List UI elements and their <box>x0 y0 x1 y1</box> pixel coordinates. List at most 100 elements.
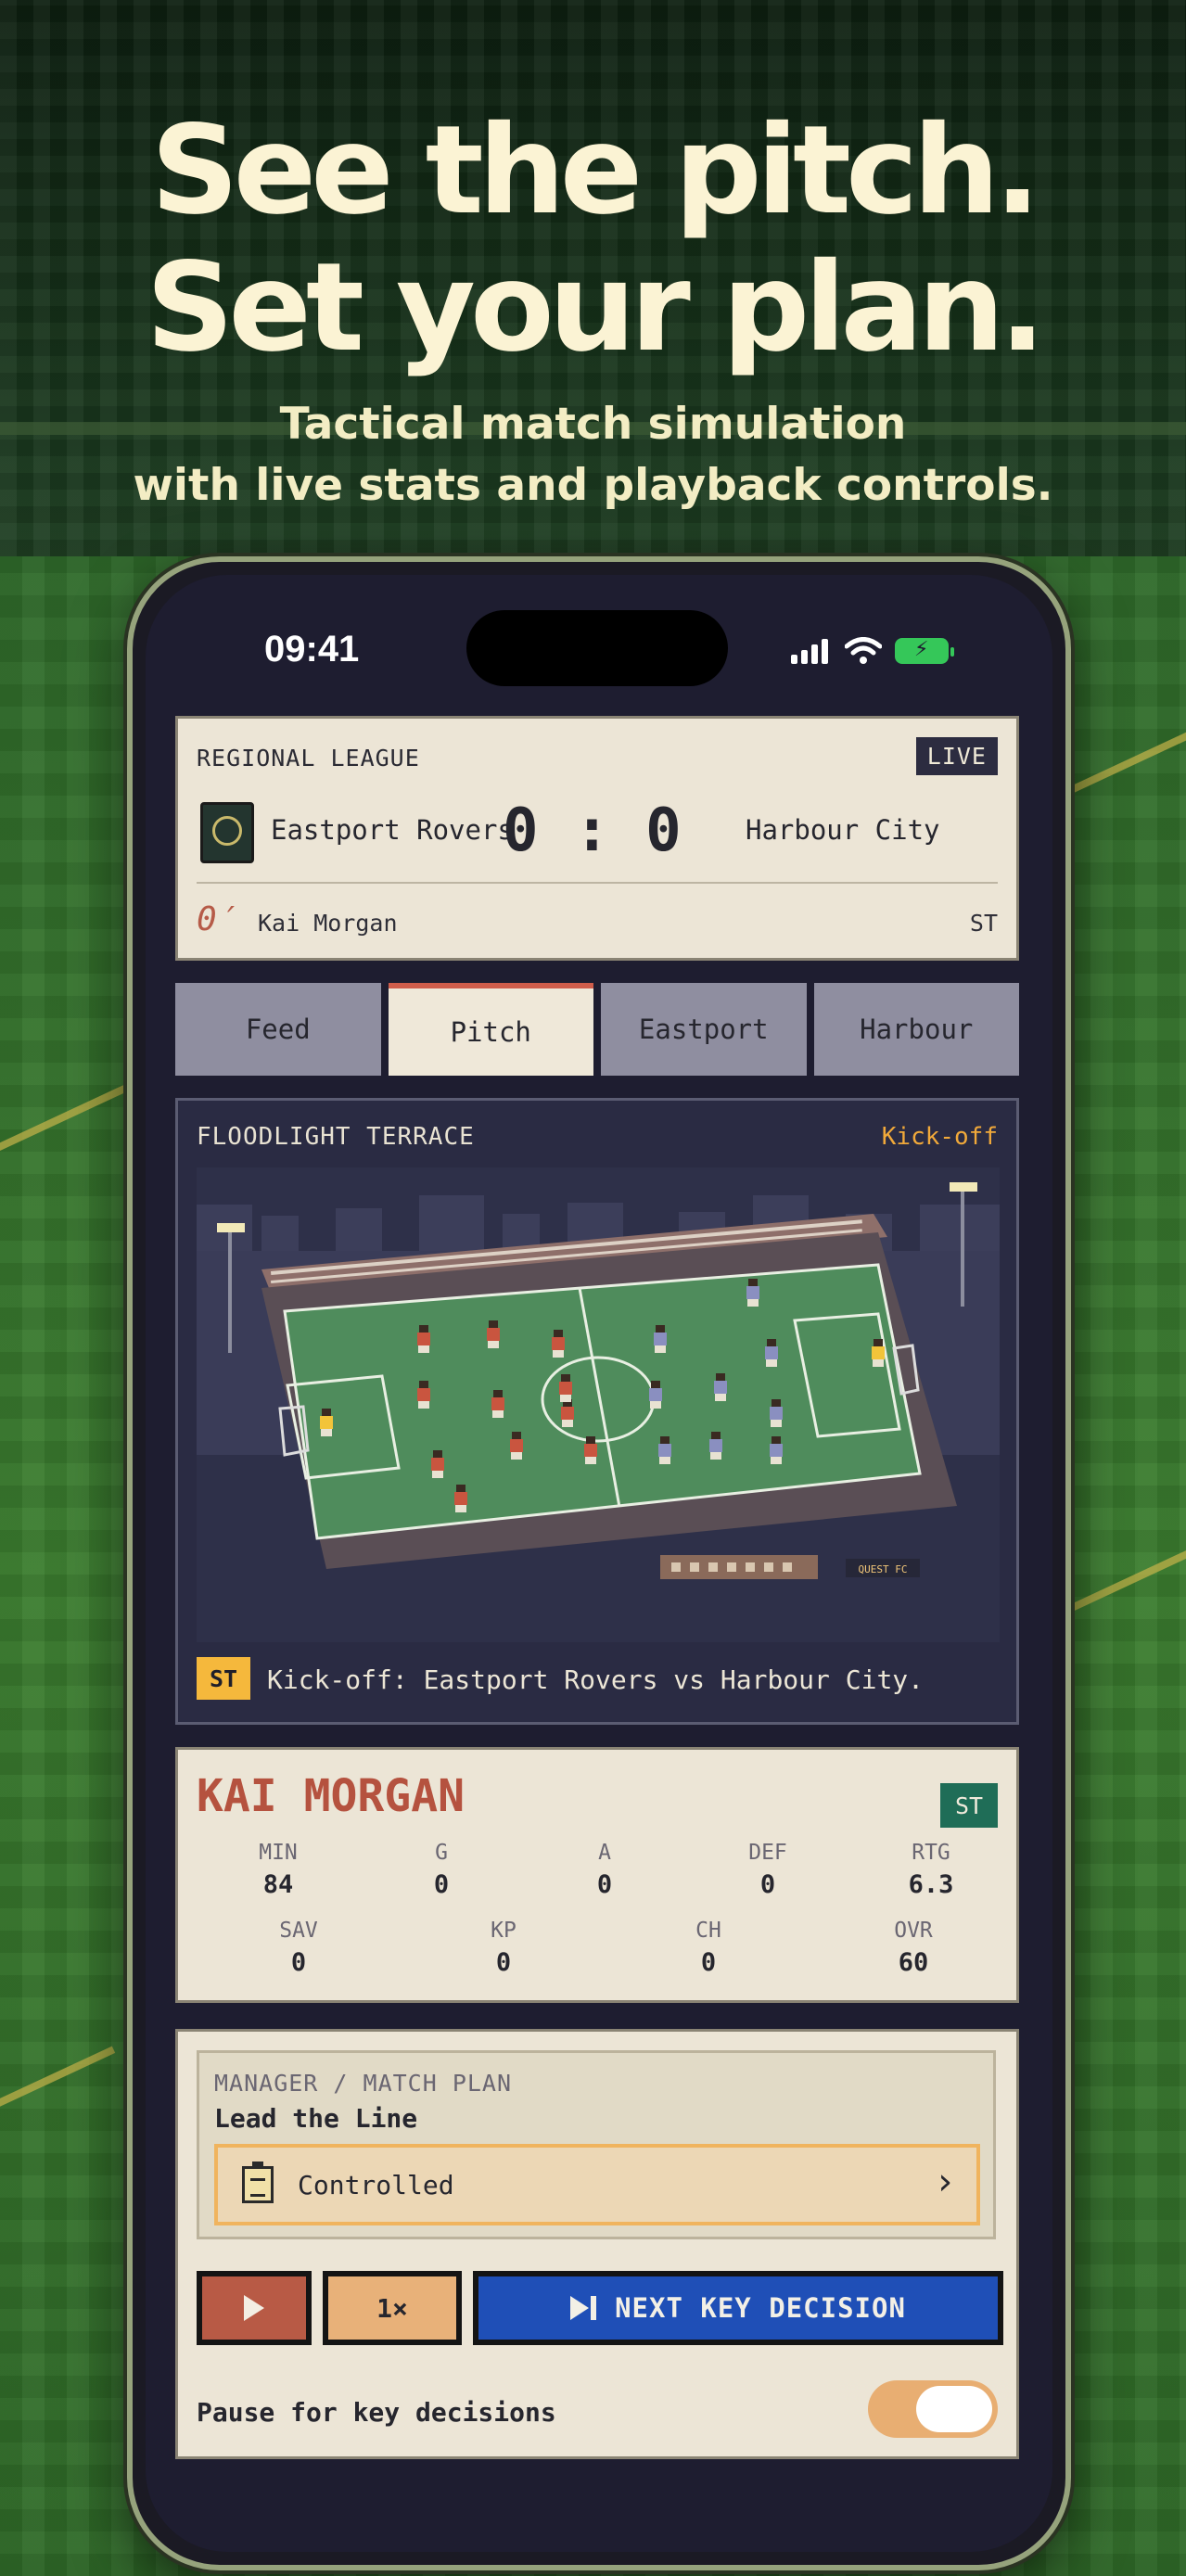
stat-value: 60 <box>898 1948 929 1977</box>
player-marker <box>770 1399 783 1427</box>
stat-key-passes: KP 0 <box>448 1919 559 1977</box>
player-marker <box>552 1330 565 1358</box>
player-stats-name: KAI MORGAN <box>197 1770 465 1822</box>
player-marker <box>559 1374 572 1402</box>
stat-label: MIN <box>259 1841 298 1865</box>
pitch-view: QUEST FC <box>197 1167 1000 1642</box>
stat-label: SAV <box>279 1919 318 1943</box>
player-marker <box>417 1325 430 1353</box>
venue-name: FLOODLIGHT TERRACE <box>197 1123 475 1151</box>
player-marker <box>714 1373 727 1401</box>
stat-saves: SAV 0 <box>243 1919 354 1977</box>
stat-label: G <box>435 1841 448 1865</box>
stat-label: KP <box>491 1919 516 1943</box>
signal-icon <box>791 638 832 664</box>
pause-toggle-label: Pause for key decisions <box>197 2397 556 2428</box>
match-phase: Kick-off <box>881 1123 998 1151</box>
league-name: REGIONAL LEAGUE <box>197 745 420 772</box>
play-icon <box>244 2295 264 2321</box>
pause-toggle[interactable] <box>868 2380 998 2438</box>
clipboard-icon <box>242 2162 274 2203</box>
away-team-name: Harbour City <box>746 814 940 846</box>
stat-rating: RTG 6.3 <box>875 1841 987 1899</box>
tab-eastport[interactable]: Eastport <box>601 983 807 1076</box>
featured-player-position: ST <box>969 910 998 937</box>
divider <box>197 882 998 884</box>
stat-label: DEF <box>748 1841 787 1865</box>
headline-line: Set your plan. <box>146 236 1045 379</box>
player-marker <box>454 1485 467 1512</box>
event-position-badge: ST <box>197 1657 250 1700</box>
stat-defence: DEF 0 <box>712 1841 823 1899</box>
stat-goals: G 0 <box>386 1841 497 1899</box>
player-marker <box>491 1390 504 1418</box>
player-marker <box>417 1381 430 1409</box>
subheadline: Tactical match simulation with live stat… <box>0 394 1186 516</box>
score: 0 : 0 <box>503 797 682 865</box>
speed-button[interactable]: 1× <box>323 2271 462 2345</box>
player-marker <box>320 1409 333 1436</box>
stat-value: 0 <box>495 1948 512 1977</box>
event-text: Kick-off: Eastport Rovers vs Harbour Cit… <box>267 1664 925 1695</box>
plan-style-value: Controlled <box>298 2170 454 2200</box>
phone-frame: 09:41 ⚡ REGIONAL LEAGUE LIVE Eastport Ro… <box>127 556 1071 2570</box>
manager-card: MANAGER / MATCH PLAN Lead the Line Contr… <box>175 2029 1019 2459</box>
player-marker <box>872 1339 885 1367</box>
stat-min: MIN 84 <box>223 1841 334 1899</box>
status-icons: ⚡ <box>791 632 954 670</box>
status-time: 09:41 <box>264 629 360 670</box>
match-minute: 0′ <box>197 900 237 938</box>
chevron-right-icon: › <box>933 2161 956 2203</box>
player-marker <box>658 1436 671 1464</box>
playback-controls: 1× NEXT KEY DECISION <box>197 2271 1003 2347</box>
plan-name: Lead the Line <box>214 2103 418 2134</box>
stat-label: OVR <box>894 1919 933 1943</box>
club-crest-icon <box>200 802 254 863</box>
stat-value: 0 <box>700 1948 717 1977</box>
toggle-knob <box>916 2386 992 2432</box>
player-marker <box>510 1432 523 1460</box>
battery-charging-icon: ⚡ <box>895 638 954 664</box>
tab-harbour[interactable]: Harbour <box>813 983 1019 1076</box>
next-key-decision-button[interactable]: NEXT KEY DECISION <box>473 2271 1003 2345</box>
section-label: MANAGER / MATCH PLAN <box>214 2070 513 2097</box>
skip-forward-icon <box>570 2296 598 2320</box>
stat-label: CH <box>695 1919 721 1943</box>
tab-bar: Feed Pitch Eastport Harbour <box>175 983 1019 1076</box>
headline: See the pitch. Set your plan. <box>0 102 1186 376</box>
subheadline-line: with live stats and playback controls. <box>133 460 1053 511</box>
player-marker <box>765 1339 778 1367</box>
player-stats-card: KAI MORGAN ST MIN 84 G 0 A 0 DEF 0 RTG 6… <box>175 1747 1019 2003</box>
dynamic-island <box>466 610 728 686</box>
sponsor-board-text: QUEST FC <box>859 1563 908 1575</box>
wifi-icon <box>845 637 882 664</box>
tab-pitch[interactable]: Pitch <box>388 983 593 1076</box>
scoreboard-card: REGIONAL LEAGUE LIVE Eastport Rovers 0 :… <box>175 716 1019 961</box>
ad-board <box>660 1555 818 1579</box>
tab-feed[interactable]: Feed <box>175 983 381 1076</box>
stat-value: 0 <box>290 1948 307 1977</box>
phone-screen: 09:41 ⚡ REGIONAL LEAGUE LIVE Eastport Ro… <box>146 575 1052 2552</box>
match-plan-box: MANAGER / MATCH PLAN Lead the Line Contr… <box>197 2050 996 2239</box>
player-marker <box>561 1399 574 1427</box>
stat-value: 6.3 <box>908 1870 954 1899</box>
play-button[interactable] <box>197 2271 312 2345</box>
stat-overall: OVR 60 <box>858 1919 969 1977</box>
player-marker <box>431 1450 444 1478</box>
stat-label: RTG <box>912 1841 950 1865</box>
player-marker <box>649 1381 662 1409</box>
subheadline-line: Tactical match simulation <box>279 399 907 450</box>
live-badge: LIVE <box>915 737 998 775</box>
stat-value: 0 <box>596 1870 613 1899</box>
player-marker <box>746 1279 759 1307</box>
player-marker <box>487 1320 500 1348</box>
plan-style-select[interactable]: Controlled › <box>214 2144 980 2225</box>
stat-assists: A 0 <box>549 1841 660 1899</box>
stat-value: 84 <box>262 1870 294 1899</box>
player-marker <box>654 1325 667 1353</box>
pitch-card: FLOODLIGHT TERRACE Kick-off QUEST FC ST … <box>175 1098 1019 1725</box>
stat-label: A <box>598 1841 611 1865</box>
player-marker <box>709 1432 722 1460</box>
position-badge: ST <box>940 1783 998 1828</box>
player-marker <box>770 1436 783 1464</box>
